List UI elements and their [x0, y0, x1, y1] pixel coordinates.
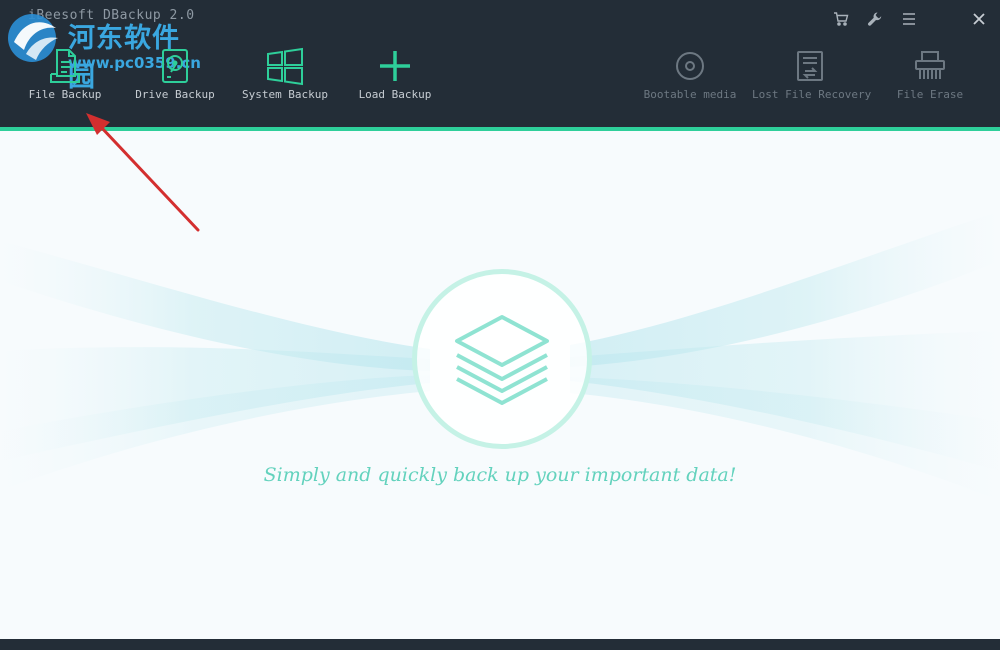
cart-icon	[834, 12, 849, 26]
tagline: Simply and quickly back up your importan…	[263, 464, 737, 486]
file-backup-button[interactable]: File Backup	[24, 44, 106, 101]
bottom-bar	[0, 639, 1000, 650]
wrench-icon	[868, 12, 882, 26]
drive-backup-label: Drive Backup	[135, 88, 215, 101]
file-backup-icon	[50, 49, 80, 83]
bootable-media-button[interactable]: Bootable media	[642, 44, 738, 101]
title-bar: iBeesoft DBackup 2.0 河东软件园 www.pc0359.cn	[0, 0, 1000, 128]
windows-icon	[267, 47, 303, 86]
menu-button[interactable]	[898, 8, 920, 30]
settings-button[interactable]	[864, 8, 886, 30]
system-backup-label: System Backup	[241, 88, 329, 101]
file-backup-label: File Backup	[28, 88, 102, 101]
bootable-media-label: Bootable media	[643, 88, 737, 101]
app-window: iBeesoft DBackup 2.0 河东软件园 www.pc0359.cn	[0, 0, 1000, 650]
drive-backup-button[interactable]: Drive Backup	[134, 44, 216, 101]
plus-icon	[380, 51, 410, 81]
layers-icon	[455, 315, 549, 405]
lost-file-recovery-label: Lost File Recovery	[752, 88, 872, 101]
file-erase-label: File Erase	[896, 88, 964, 101]
load-backup-button[interactable]: Load Backup	[356, 44, 434, 101]
drive-backup-icon	[162, 49, 188, 83]
close-icon	[973, 13, 985, 25]
close-button[interactable]	[968, 8, 990, 30]
shredder-icon	[915, 51, 945, 79]
menu-icon	[903, 13, 915, 25]
layers-emblem	[412, 269, 592, 449]
file-recovery-icon	[797, 51, 823, 81]
lost-file-recovery-button[interactable]: Lost File Recovery	[752, 44, 872, 101]
cart-button[interactable]	[830, 8, 852, 30]
system-backup-button[interactable]: System Backup	[240, 44, 330, 101]
disc-icon	[676, 52, 704, 80]
load-backup-label: Load Backup	[358, 88, 432, 101]
main-panel: Simply and quickly back up your importan…	[0, 131, 1000, 639]
file-erase-button[interactable]: File Erase	[892, 44, 968, 101]
